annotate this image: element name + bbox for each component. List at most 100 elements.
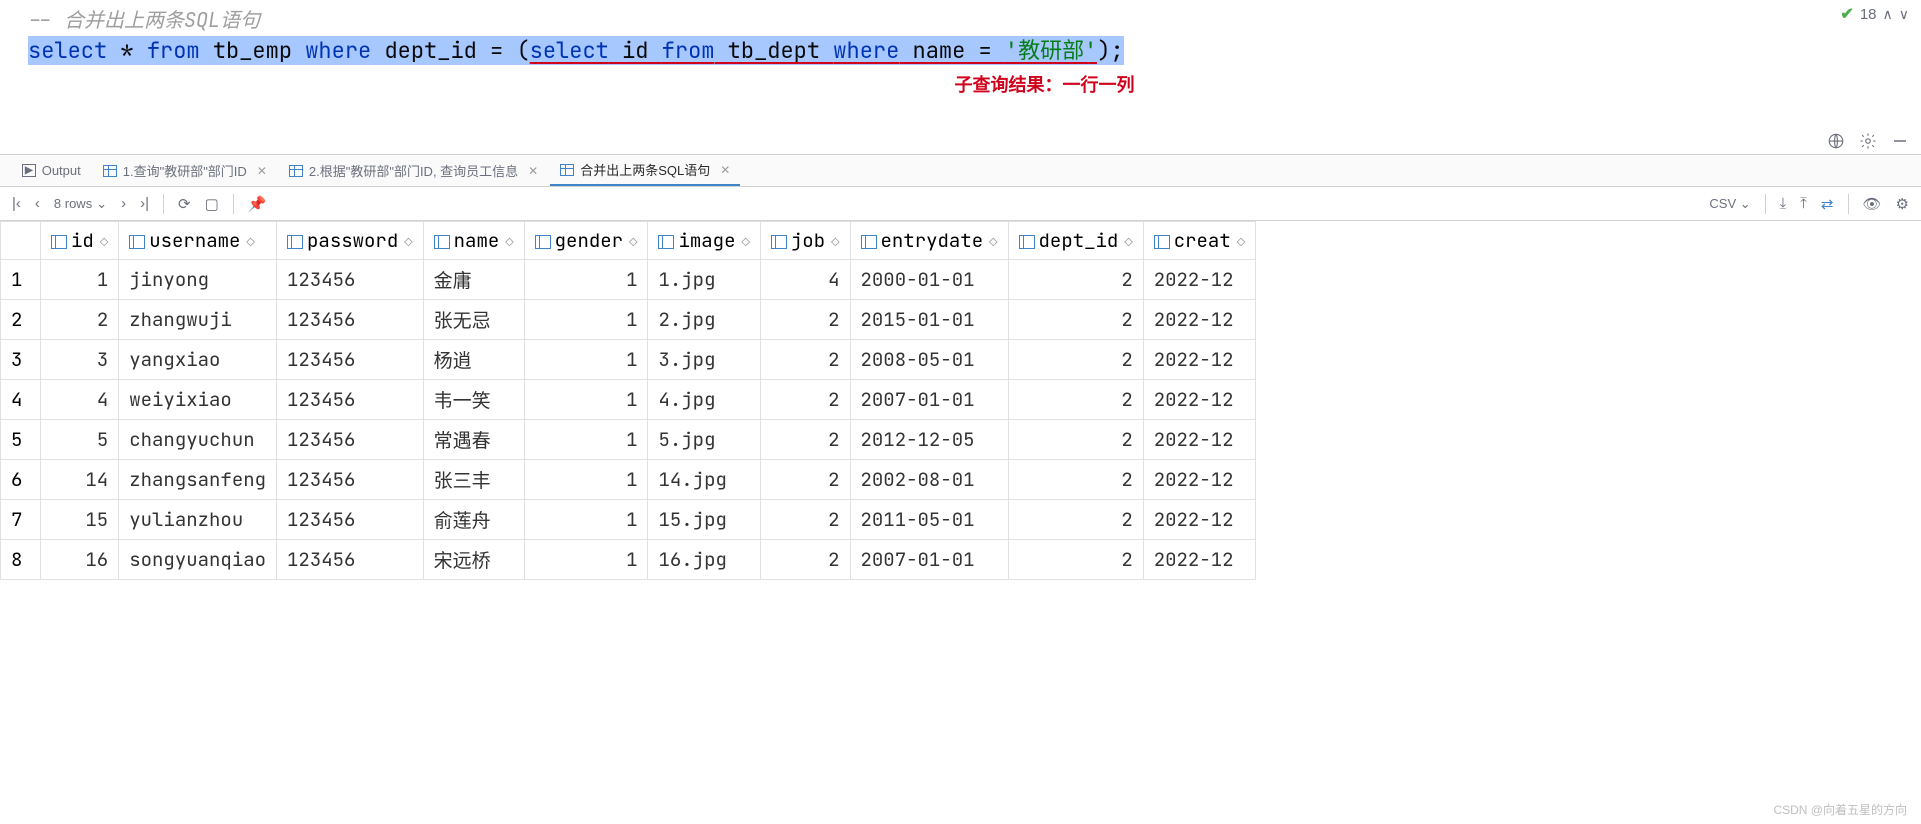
cell-entrydate[interactable]: 2007-01-01: [850, 540, 1008, 580]
table-row[interactable]: 44weiyixiao123456韦一笑14.jpg22007-01-01220…: [1, 380, 1256, 420]
cell-dept_id[interactable]: 2: [1008, 260, 1143, 300]
cell-entrydate[interactable]: 2000-01-01: [850, 260, 1008, 300]
cell-entrydate[interactable]: 2011-05-01: [850, 500, 1008, 540]
cell-gender[interactable]: 1: [524, 460, 648, 500]
cell-image[interactable]: 3.jpg: [648, 340, 760, 380]
cell-job[interactable]: 2: [760, 420, 850, 460]
sql-editor[interactable]: -- 合并出上两条SQL语句 select * from tb_emp wher…: [0, 0, 1921, 105]
cell-dept_id[interactable]: 2: [1008, 380, 1143, 420]
cell-id[interactable]: 5: [41, 420, 119, 460]
cell-dept_id[interactable]: 2: [1008, 540, 1143, 580]
cell-password[interactable]: 123456: [277, 380, 424, 420]
column-header-gender[interactable]: gender◇: [524, 222, 648, 260]
cell-id[interactable]: 3: [41, 340, 119, 380]
tab-query-2[interactable]: 2.根据"教研部"部门ID, 查询员工信息 ✕: [279, 155, 548, 186]
cell-gender[interactable]: 1: [524, 420, 648, 460]
first-page-icon[interactable]: |‹: [12, 195, 21, 212]
cell-password[interactable]: 123456: [277, 420, 424, 460]
cell-password[interactable]: 123456: [277, 340, 424, 380]
cell-dept_id[interactable]: 2: [1008, 340, 1143, 380]
table-row[interactable]: 715yulianzhou123456俞莲舟115.jpg22011-05-01…: [1, 500, 1256, 540]
cell-creat[interactable]: 2022-12: [1143, 380, 1255, 420]
cell-job[interactable]: 2: [760, 540, 850, 580]
minimize-icon[interactable]: [1891, 132, 1909, 150]
table-row[interactable]: 55changyuchun123456常遇春15.jpg22012-12-052…: [1, 420, 1256, 460]
cell-username[interactable]: changyuchun: [119, 420, 277, 460]
cell-password[interactable]: 123456: [277, 540, 424, 580]
cell-id[interactable]: 4: [41, 380, 119, 420]
close-icon[interactable]: ✕: [528, 164, 538, 178]
column-header-dept_id[interactable]: dept_id◇: [1008, 222, 1143, 260]
cell-creat[interactable]: 2022-12: [1143, 260, 1255, 300]
column-header-name[interactable]: name◇: [423, 222, 524, 260]
settings-icon[interactable]: ⚙: [1896, 195, 1909, 213]
cell-creat[interactable]: 2022-12: [1143, 340, 1255, 380]
cell-username[interactable]: jinyong: [119, 260, 277, 300]
cell-username[interactable]: weiyixiao: [119, 380, 277, 420]
cell-entrydate[interactable]: 2015-01-01: [850, 300, 1008, 340]
cell-creat[interactable]: 2022-12: [1143, 500, 1255, 540]
table-row[interactable]: 11jinyong123456金庸11.jpg42000-01-0122022-…: [1, 260, 1256, 300]
cell-dept_id[interactable]: 2: [1008, 460, 1143, 500]
cell-username[interactable]: songyuanqiao: [119, 540, 277, 580]
table-row[interactable]: 33yangxiao123456杨逍13.jpg22008-05-0122022…: [1, 340, 1256, 380]
cell-password[interactable]: 123456: [277, 260, 424, 300]
cell-gender[interactable]: 1: [524, 340, 648, 380]
cell-job[interactable]: 2: [760, 340, 850, 380]
cell-creat[interactable]: 2022-12: [1143, 460, 1255, 500]
cell-name[interactable]: 俞莲舟: [423, 500, 524, 540]
cell-dept_id[interactable]: 2: [1008, 300, 1143, 340]
cell-entrydate[interactable]: 2012-12-05: [850, 420, 1008, 460]
cell-name[interactable]: 宋远桥: [423, 540, 524, 580]
cell-creat[interactable]: 2022-12: [1143, 300, 1255, 340]
download-icon[interactable]: ⤓: [1780, 195, 1787, 212]
pin-icon[interactable]: 📌: [248, 195, 267, 213]
cell-username[interactable]: yangxiao: [119, 340, 277, 380]
cell-job[interactable]: 2: [760, 500, 850, 540]
cell-password[interactable]: 123456: [277, 460, 424, 500]
cell-job[interactable]: 2: [760, 460, 850, 500]
close-icon[interactable]: ✕: [720, 163, 730, 177]
cell-job[interactable]: 2: [760, 380, 850, 420]
cell-creat[interactable]: 2022-12: [1143, 420, 1255, 460]
cell-gender[interactable]: 1: [524, 380, 648, 420]
column-header-password[interactable]: password◇: [277, 222, 424, 260]
cell-name[interactable]: 张无忌: [423, 300, 524, 340]
cell-image[interactable]: 2.jpg: [648, 300, 760, 340]
cell-job[interactable]: 4: [760, 260, 850, 300]
cell-gender[interactable]: 1: [524, 260, 648, 300]
cell-username[interactable]: zhangsanfeng: [119, 460, 277, 500]
cell-name[interactable]: 张三丰: [423, 460, 524, 500]
tab-output[interactable]: ▶ Output: [12, 155, 91, 186]
cell-gender[interactable]: 1: [524, 300, 648, 340]
prev-problem-icon[interactable]: ∧: [1883, 6, 1893, 23]
cell-id[interactable]: 15: [41, 500, 119, 540]
cell-password[interactable]: 123456: [277, 300, 424, 340]
cell-image[interactable]: 15.jpg: [648, 500, 760, 540]
transpose-icon[interactable]: ⇄: [1821, 195, 1834, 213]
refresh-icon[interactable]: ⟳: [178, 195, 191, 213]
cell-entrydate[interactable]: 2008-05-01: [850, 340, 1008, 380]
column-header-creat[interactable]: creat◇: [1143, 222, 1255, 260]
close-icon[interactable]: ✕: [257, 164, 267, 178]
cell-id[interactable]: 1: [41, 260, 119, 300]
cell-creat[interactable]: 2022-12: [1143, 540, 1255, 580]
next-page-icon[interactable]: ›: [121, 195, 126, 212]
tab-query-3[interactable]: 合并出上两条SQL语句 ✕: [550, 155, 740, 186]
table-row[interactable]: 22zhangwuji123456张无忌12.jpg22015-01-01220…: [1, 300, 1256, 340]
column-header-username[interactable]: username◇: [119, 222, 277, 260]
cell-gender[interactable]: 1: [524, 500, 648, 540]
cell-image[interactable]: 5.jpg: [648, 420, 760, 460]
row-count-dropdown[interactable]: 8 rows ⌄: [54, 196, 107, 212]
last-page-icon[interactable]: ›|: [140, 195, 149, 212]
cell-id[interactable]: 16: [41, 540, 119, 580]
cell-dept_id[interactable]: 2: [1008, 500, 1143, 540]
cell-entrydate[interactable]: 2007-01-01: [850, 380, 1008, 420]
cell-gender[interactable]: 1: [524, 540, 648, 580]
cell-name[interactable]: 金庸: [423, 260, 524, 300]
data-grid[interactable]: id◇username◇password◇name◇gender◇image◇j…: [0, 221, 1921, 580]
cell-image[interactable]: 14.jpg: [648, 460, 760, 500]
column-header-entrydate[interactable]: entrydate◇: [850, 222, 1008, 260]
row-number-header[interactable]: [1, 222, 41, 260]
gear-icon[interactable]: [1859, 132, 1877, 150]
